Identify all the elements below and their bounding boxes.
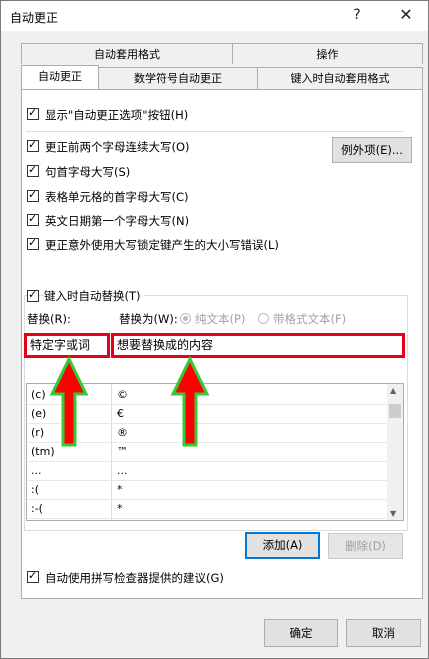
spellcheck-suggestions-label: 自动使用拼写检查器提供的建议(G) <box>45 571 224 585</box>
first-letter-cells-checkbox[interactable] <box>27 188 39 202</box>
caps-lock-checkbox[interactable] <box>27 236 39 250</box>
day-names-label: 英文日期第一个字母大写(N) <box>45 214 190 228</box>
divider <box>26 131 404 132</box>
formatted-text-label: 带格式文本(F) <box>273 312 347 326</box>
entry-from: (r) <box>31 426 45 439</box>
add-button[interactable]: 添加(A) <box>245 532 320 559</box>
replace-input[interactable]: 特定字或词 <box>24 333 110 358</box>
scroll-down-icon[interactable]: ▼ <box>390 509 396 518</box>
spellcheck-suggestions-checkbox[interactable] <box>27 569 39 583</box>
entry-from: :-( <box>31 502 43 515</box>
list-scrollbar[interactable]: ▲ ▼ <box>387 384 403 520</box>
with-label: 替换为(W): <box>119 312 178 326</box>
entry-to: ... <box>117 464 128 477</box>
first-letter-sentence-label: 句首字母大写(S) <box>45 165 131 179</box>
entry-from: ... <box>31 464 42 477</box>
entry-to: * <box>117 502 123 515</box>
replace-as-you-type-label: 键入时自动替换(T) <box>44 288 144 304</box>
list-item[interactable]: ...... <box>27 462 387 481</box>
tab-autoformat[interactable]: 自动套用格式 <box>21 43 233 64</box>
help-icon[interactable]: ? <box>344 4 370 26</box>
plain-text-label: 纯文本(P) <box>195 312 246 326</box>
list-item[interactable]: :-( * <box>27 500 387 519</box>
entry-from: (e) <box>31 407 47 420</box>
replace-label: 替换(R): <box>27 312 71 326</box>
two-initial-caps-checkbox[interactable] <box>27 138 39 152</box>
show-button-checkbox[interactable] <box>27 106 39 120</box>
with-input[interactable]: 想要替换成的内容 <box>111 333 405 358</box>
tab-math-autocorrect[interactable]: 数学符号自动更正 <box>98 67 258 89</box>
entry-to: € <box>117 407 124 420</box>
plain-text-radio[interactable] <box>180 313 191 324</box>
first-letter-sentence-checkbox[interactable] <box>27 163 39 177</box>
entry-to: © <box>117 388 128 401</box>
entry-to: ® <box>117 426 128 439</box>
dialog-title: 自动更正 <box>10 11 59 25</box>
tab-autoformat-as-you-type[interactable]: 键入时自动套用格式 <box>257 67 423 89</box>
delete-button[interactable]: 删除(D) <box>328 533 403 559</box>
day-names-checkbox[interactable] <box>27 212 39 226</box>
title-bar: 自动更正 ? ✕ <box>1 1 428 31</box>
first-letter-cells-label: 表格单元格的首字母大写(C) <box>45 190 189 204</box>
entry-from: (c) <box>31 388 46 401</box>
close-icon[interactable]: ✕ <box>393 4 419 26</box>
entry-to: * <box>117 483 123 496</box>
ok-button[interactable]: 确定 <box>264 619 338 647</box>
entry-from: :( <box>31 483 39 496</box>
exceptions-button[interactable]: 例外项(E)... <box>332 137 412 163</box>
entry-to: ™ <box>117 445 128 458</box>
list-item[interactable]: :( * <box>27 481 387 500</box>
annotation-arrow-left-icon <box>49 356 89 447</box>
show-button-label: 显示"自动更正选项"按钮(H) <box>45 108 189 122</box>
scroll-up-icon[interactable]: ▲ <box>390 386 396 395</box>
formatted-text-radio[interactable] <box>258 313 269 324</box>
replace-as-you-type-checkbox[interactable] <box>27 288 39 302</box>
cancel-button[interactable]: 取消 <box>346 619 421 647</box>
scroll-thumb[interactable] <box>389 404 401 418</box>
autocorrect-dialog: 自动更正 ? ✕ 自动套用格式 操作 自动更正 数学符号自动更正 键入时自动套用… <box>0 0 429 659</box>
tab-autocorrect[interactable]: 自动更正 <box>21 65 99 89</box>
tab-actions[interactable]: 操作 <box>232 43 423 64</box>
annotation-arrow-right-icon <box>170 356 210 447</box>
two-initial-caps-label: 更正前两个字母连续大写(O) <box>45 140 190 154</box>
caps-lock-label: 更正意外使用大写锁定键产生的大小写错误(L) <box>45 238 279 252</box>
